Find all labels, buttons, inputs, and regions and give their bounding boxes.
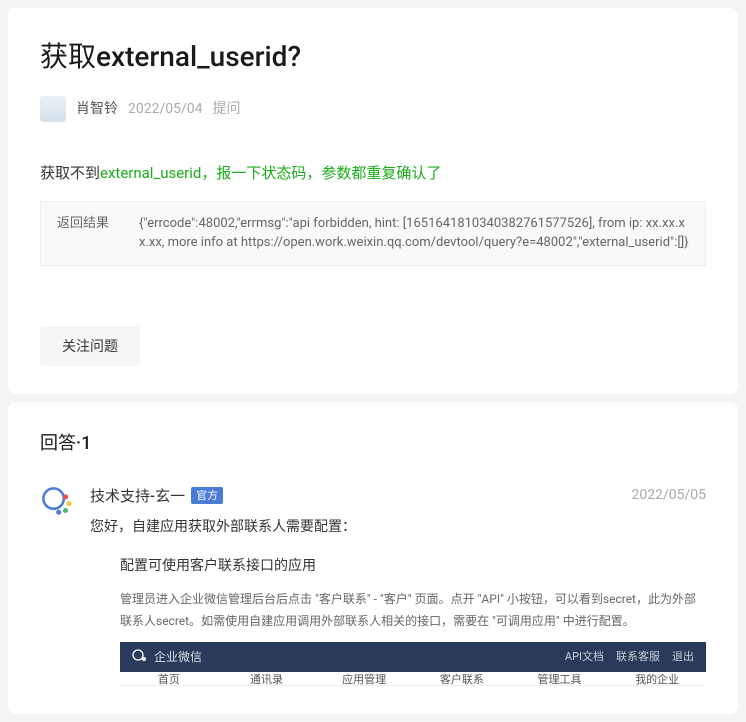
answer-author[interactable]: 技术支持-玄一: [90, 485, 185, 508]
answer-body: 技术支持-玄一 官方 2022/05/05 您好，自建应用获取外部联系人需要配置…: [90, 485, 706, 687]
ask-label: 提问: [213, 99, 241, 120]
answers-header: 回答·1: [40, 430, 706, 457]
question-card: 获取external_userid? 肖智铃 2022/05/04 提问 获取不…: [8, 8, 738, 394]
admin-bar: 企业微信 API文档 联系客服 退出: [120, 642, 706, 672]
answer-head: 技术支持-玄一 官方 2022/05/05: [90, 485, 706, 508]
admin-nav-item[interactable]: 首页: [120, 672, 218, 685]
follow-button[interactable]: 关注问题: [40, 326, 140, 366]
result-label: 返回结果: [57, 214, 109, 253]
answer-date: 2022/05/05: [632, 485, 707, 506]
wecom-logo-icon: [40, 485, 74, 519]
admin-brand: 企业微信: [154, 648, 202, 666]
admin-nav: 首页 通讯录 应用管理 客户联系 管理工具 我的企业: [120, 672, 706, 686]
author-avatar[interactable]: [40, 96, 66, 122]
admin-bar-right: API文档 联系客服 退出: [565, 649, 694, 666]
question-meta: 肖智铃 2022/05/04 提问: [40, 96, 706, 122]
admin-nav-item[interactable]: 我的企业: [608, 672, 706, 685]
answer-item: 技术支持-玄一 官方 2022/05/05 您好，自建应用获取外部联系人需要配置…: [40, 485, 706, 687]
admin-link-api[interactable]: API文档: [565, 649, 604, 666]
question-title: 获取external_userid?: [40, 36, 706, 78]
answer-avatar[interactable]: [40, 485, 74, 519]
answers-count: ·1: [76, 433, 91, 454]
admin-link-support[interactable]: 联系客服: [616, 649, 660, 666]
admin-logo-icon: [132, 649, 148, 665]
admin-nav-item[interactable]: 通讯录: [218, 672, 316, 685]
admin-nav-item[interactable]: 客户联系: [413, 672, 511, 685]
author-name[interactable]: 肖智铃: [76, 99, 118, 120]
answer-greeting: 您好，自建应用获取外部联系人需要配置：: [90, 517, 706, 538]
answer-sub-heading: 配置可使用客户联系接口的应用: [120, 556, 706, 577]
admin-link-logout[interactable]: 退出: [672, 649, 694, 666]
admin-bar-left: 企业微信: [132, 648, 202, 666]
answers-card: 回答·1 技术支持-玄一 官方 2022/05/05 您好，自建应用获取外部联系…: [8, 402, 738, 715]
admin-nav-item[interactable]: 管理工具: [511, 672, 609, 685]
answer-author-row: 技术支持-玄一 官方: [90, 485, 223, 508]
admin-nav-item[interactable]: 应用管理: [315, 672, 413, 685]
question-content: 获取不到external_userid，报一下状态码，参数都重复确认了: [40, 162, 706, 185]
result-body: {"errcode":48002,"errmsg":"api forbidden…: [139, 214, 689, 253]
answer-sub-desc: 管理员进入企业微信管理后台后点击 "客户联系" - "客户" 页面。点开 "AP…: [120, 589, 706, 632]
result-box: 返回结果 {"errcode":48002,"errmsg":"api forb…: [40, 201, 706, 266]
content-prefix: 获取不到: [40, 164, 100, 182]
content-highlight: external_userid，报一下状态码，参数都重复确认了: [100, 164, 441, 182]
answers-header-prefix: 回答: [40, 433, 76, 454]
official-badge: 官方: [191, 487, 223, 504]
question-date: 2022/05/04: [128, 99, 203, 120]
